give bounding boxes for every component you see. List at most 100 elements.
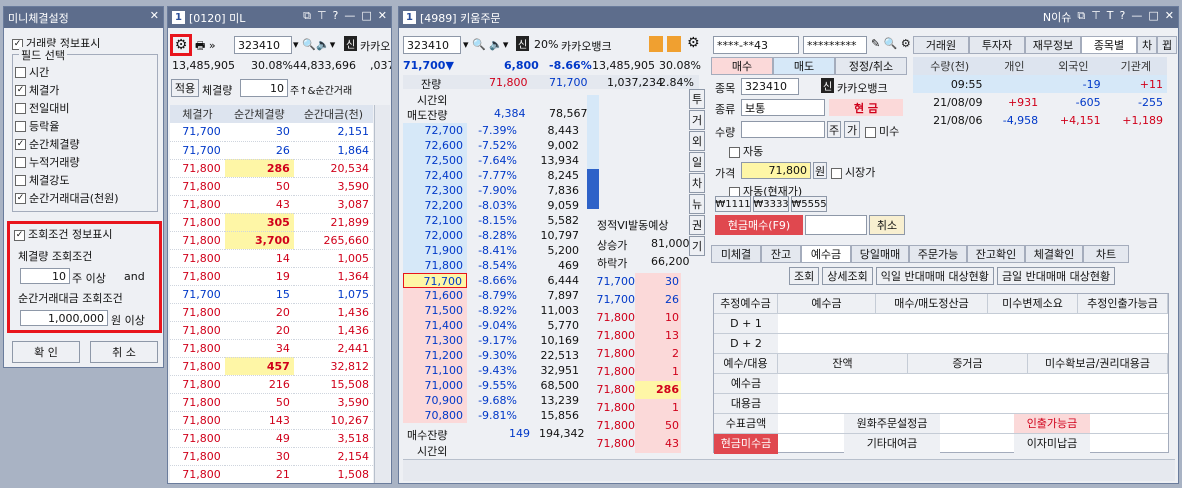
field-option[interactable]: 체결강도 [15, 171, 119, 189]
checkbox-checked-icon[interactable]: ✓ [15, 192, 26, 204]
quick-5555-button[interactable]: ₩5555 [791, 196, 827, 212]
query-button[interactable]: 금일 반대매매 대상현황 [996, 267, 1116, 285]
table-row[interactable]: 71,800 20 1,436 [170, 303, 373, 321]
pin-icon[interactable]: ⊤ [1091, 9, 1101, 25]
order-amount-input[interactable] [805, 215, 867, 235]
query-button[interactable]: 익일 반대매매 대상현황 [875, 267, 994, 285]
cancel-order-button[interactable]: 취소 [869, 215, 905, 235]
investor-tab[interactable]: 차 [1137, 36, 1157, 54]
query-button[interactable]: 조회 [789, 267, 820, 285]
cancel-button[interactable]: 취 소 [90, 341, 158, 363]
filter-input[interactable]: 10 [240, 79, 288, 97]
investor-tab[interactable]: 종목별 [1081, 36, 1137, 54]
qty-input[interactable] [741, 121, 825, 138]
field-option[interactable]: ✓ 순간거래대금(천원) [15, 189, 119, 207]
investor-tab[interactable]: 투자자 [969, 36, 1025, 54]
apply-button[interactable]: 적용 [171, 79, 199, 97]
bottom-tab[interactable]: 잔고 [761, 245, 801, 263]
table-row[interactable]: 71,800 30 2,154 [170, 447, 373, 465]
bottom-tab[interactable]: 체결확인 [1025, 245, 1083, 263]
checkbox-icon[interactable] [15, 120, 26, 132]
investor-col-header[interactable]: 기관계 [1104, 57, 1167, 75]
side-tab[interactable]: 투 [689, 89, 705, 109]
cond-display-row[interactable]: ✓ 조회조건 정보표시 [14, 226, 112, 242]
side-tab[interactable]: 거 [689, 110, 705, 130]
investor-tab[interactable]: 재무정보 [1025, 36, 1081, 54]
table-row[interactable]: 71,800 20 1,436 [170, 321, 373, 339]
market-row[interactable]: 시장가 [831, 164, 875, 180]
link-icon[interactable]: ⧉ [1077, 9, 1085, 25]
minimize-icon[interactable]: — [1131, 9, 1142, 25]
bid-row[interactable]: 71,700 -8.66% 6,444 [403, 273, 589, 288]
bid-row[interactable]: 71,000 -9.55% 68,500 [403, 378, 589, 393]
code-input[interactable]: 323410 [234, 36, 292, 54]
table-row[interactable]: 71,800 34 2,441 [170, 339, 373, 357]
ask-row[interactable]: 72,700 -7.39% 8,443 [403, 123, 589, 138]
mini-settings-titlebar[interactable]: 미니체결설정 ✕ [4, 7, 163, 28]
ask-row[interactable]: 72,600 -7.52% 9,002 [403, 138, 589, 153]
side-tab[interactable]: 뉴 [689, 194, 705, 214]
ask-row[interactable]: 72,500 -7.64% 13,934 [403, 153, 589, 168]
table-row[interactable]: 71,800 3,700 265,660 [170, 231, 373, 249]
bid-row[interactable]: 70,800 -9.81% 15,856 [403, 408, 589, 423]
bid-row[interactable]: 71,100 -9.43% 32,951 [403, 363, 589, 378]
ask-row[interactable]: 72,100 -8.15% 5,582 [403, 213, 589, 228]
side-tab[interactable]: 권 [689, 215, 705, 235]
scrollbar[interactable] [374, 105, 390, 483]
table-row[interactable]: 71,800 50 3,590 [170, 177, 373, 195]
vol-cond-input[interactable]: 10 [20, 268, 70, 284]
price-button[interactable]: 가 [844, 121, 860, 138]
order-tab[interactable]: 매수 [711, 57, 773, 75]
column-header[interactable]: 순간체결량 [224, 105, 294, 123]
column-header[interactable]: 순간대금(천) [293, 105, 373, 123]
checkbox-icon[interactable] [15, 102, 26, 114]
investor-tab[interactable]: 거래원 [913, 36, 969, 54]
bottom-tab[interactable]: 차트 [1083, 245, 1129, 263]
field-option[interactable]: ✓ 체결가 [15, 81, 119, 99]
w0120-titlebar[interactable]: 1 [0120] 미L ⧉ ⊤? — □ ✕ [168, 7, 391, 28]
close-icon[interactable]: ✕ [150, 9, 159, 22]
search-icon[interactable]: ▾ 🔍 [293, 38, 316, 51]
checkbox-icon[interactable] [15, 156, 26, 168]
price-input[interactable]: 71,800 [741, 162, 811, 179]
won-button[interactable]: 원 [813, 162, 827, 179]
settings-gear-icon[interactable]: ⚙ [170, 34, 192, 56]
bid-row[interactable]: 71,400 -9.04% 5,770 [403, 318, 589, 333]
ask-row[interactable]: 71,900 -8.41% 5,200 [403, 243, 589, 258]
table-row[interactable]: 71,800 216 15,508 [170, 375, 373, 393]
bottom-tab[interactable]: 주문가능 [909, 245, 967, 263]
table-row[interactable]: 71,800 457 32,812 [170, 357, 373, 375]
amt-cond-input[interactable]: 1,000,000 [20, 310, 108, 326]
side-tab[interactable]: 일 [689, 152, 705, 172]
bottom-tab[interactable]: 예수금 [801, 245, 851, 263]
quick-1111-button[interactable]: ₩1111 [715, 196, 751, 212]
table-row[interactable]: 71,800 50 3,590 [170, 393, 373, 411]
auto-row[interactable]: 자동 [729, 143, 763, 159]
ask-row[interactable]: 72,200 -8.03% 9,059 [403, 198, 589, 213]
search-icon[interactable]: ▾ 🔍 🔈▾ [463, 38, 508, 51]
font-icon[interactable]: T [1107, 9, 1114, 25]
table-row[interactable]: 71,800 305 21,899 [170, 213, 373, 231]
bottom-tab[interactable]: 당일매매 [851, 245, 909, 263]
ask-row[interactable]: 71,800 -8.54% 469 [403, 258, 589, 273]
field-option[interactable]: 전일대비 [15, 99, 119, 117]
bid-row[interactable]: 71,200 -9.30% 22,513 [403, 348, 589, 363]
table-row[interactable]: 71,800 21 1,508 [170, 465, 373, 483]
checkbox-checked-icon[interactable]: ✓ [15, 84, 26, 96]
ask-row[interactable]: 72,300 -7.90% 7,836 [403, 183, 589, 198]
checkbox-icon[interactable] [15, 174, 26, 186]
field-option[interactable]: 등락율 [15, 117, 119, 135]
password-input[interactable]: ********* [803, 36, 867, 54]
minimize-icon[interactable]: — [344, 9, 355, 23]
print-icon[interactable]: 🖶 » [195, 37, 216, 56]
cash-button[interactable]: 현 금 [829, 99, 903, 116]
side-tab[interactable]: 기 [689, 236, 705, 256]
settings-gear-icon[interactable]: ⚙ [687, 35, 700, 51]
query-button[interactable]: 상세조회 [822, 267, 873, 285]
table-row[interactable]: 71,700 30 2,151 [170, 123, 373, 141]
investor-col-header[interactable]: 외국인 [1042, 57, 1105, 75]
order-tab[interactable]: 매도 [773, 57, 835, 75]
checkbox-icon[interactable] [15, 66, 26, 78]
bottom-tab[interactable]: 미체결 [711, 245, 761, 263]
pin-icon[interactable]: ⊤ [317, 9, 327, 23]
